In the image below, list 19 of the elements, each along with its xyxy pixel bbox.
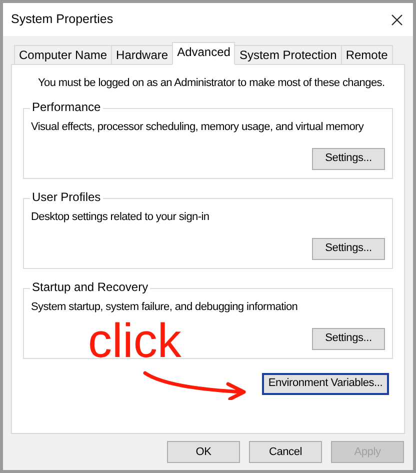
group-description: Desktop settings related to your sign-in [31,210,210,224]
tab[interactable]: Advanced [172,42,236,65]
group-title: Startup and Recovery [30,280,150,292]
group-title: Performance [30,100,103,112]
environment-variables-button[interactable]: Environment Variables... [262,372,389,394]
dialog-button[interactable]: OK [167,441,240,463]
dialog-button[interactable]: Cancel [249,441,322,463]
window-title: System Properties [11,11,114,28]
group-description: Visual effects, processor scheduling, memory usage, and virtual memory [31,120,364,134]
settings-button[interactable]: Settings... [312,238,385,260]
group-description: System startup, system failure, and debugging information [31,300,298,314]
admin-notice: You must be logged on as an Administrator to make most of these changes. [38,76,385,91]
settings-button[interactable]: Settings... [312,148,385,170]
group-title: User Profiles [30,190,103,202]
close-icon[interactable] [391,14,403,26]
annotation-text: click [88,318,182,366]
settings-button[interactable]: Settings... [312,328,385,350]
tab[interactable]: Computer Name [14,45,112,65]
tab[interactable]: Remote [340,45,393,65]
